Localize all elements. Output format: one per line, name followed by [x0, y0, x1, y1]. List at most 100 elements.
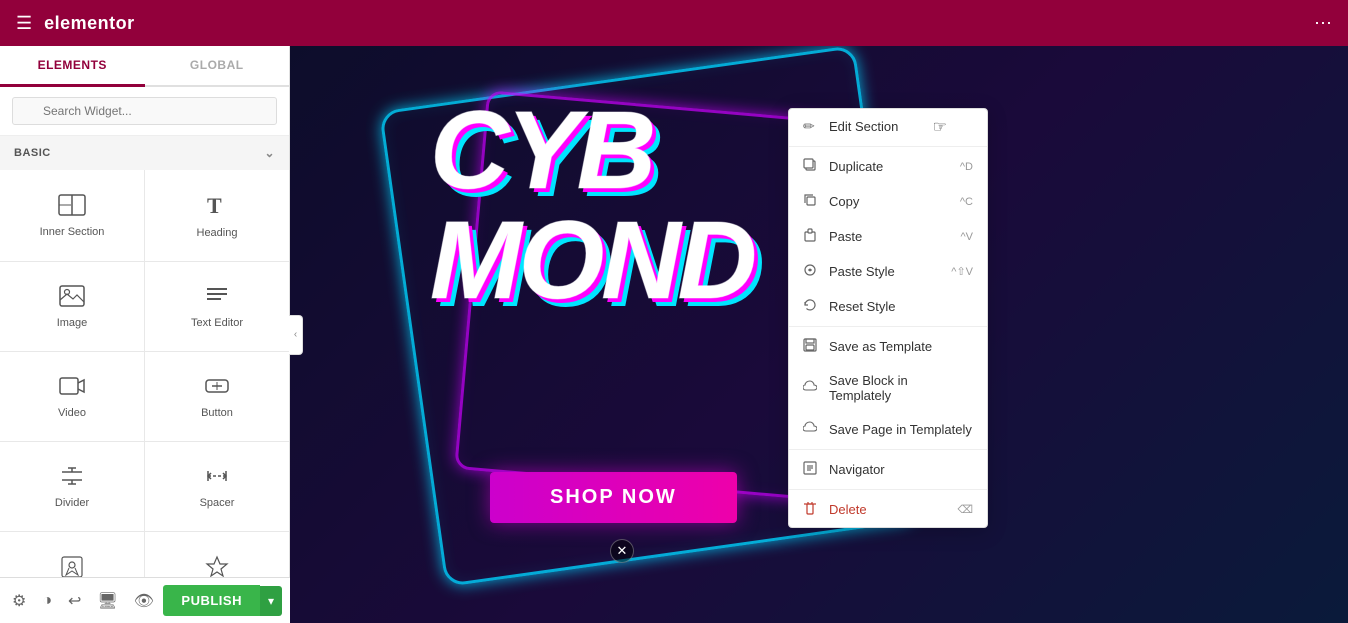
context-menu: ✏ Edit Section ☞ Duplicate ^D [788, 108, 988, 528]
section-label-basic: BASIC [14, 147, 51, 159]
preview-icon[interactable]: 👁 [130, 587, 158, 615]
ctx-label-delete: Delete [829, 502, 947, 517]
divider-icon [59, 465, 85, 491]
widget-label-heading: Heading [197, 227, 238, 239]
sidebar-collapse-handle[interactable]: ‹ [289, 315, 303, 355]
ctx-shortcut-duplicate: ^D [960, 161, 973, 173]
widget-inner-section[interactable]: Inner Section [0, 170, 144, 261]
ctx-paste[interactable]: Paste ^V [789, 219, 987, 254]
delete-icon [803, 501, 819, 518]
publish-group: PUBLISH ▾ [163, 585, 282, 616]
ctx-divider-4 [789, 489, 987, 490]
section-header-basic: BASIC ⌄ [0, 136, 289, 170]
ctx-label-save-page: Save Page in Templately [829, 422, 973, 437]
widget-label-image: Image [57, 317, 88, 329]
ctx-divider-2 [789, 326, 987, 327]
ctx-save-page[interactable]: Save Page in Templately [789, 412, 987, 447]
tab-global[interactable]: GLOBAL [145, 46, 290, 85]
widget-divider[interactable]: Divider [0, 442, 144, 531]
top-bar: ☰ elementor ⋯ [0, 0, 1348, 46]
canvas-close-icon[interactable]: ✕ [610, 539, 634, 563]
widget-grid: Inner Section T Heading [0, 170, 289, 623]
chevron-down-icon[interactable]: ⌄ [264, 146, 275, 160]
ctx-reset-style[interactable]: Reset Style [789, 289, 987, 324]
spacer-icon [204, 465, 230, 491]
canvas-area[interactable]: CYB MOND SHOP NOW ✕ ✏ Edit Section ☞ [290, 46, 1348, 623]
widget-label-divider: Divider [55, 497, 89, 509]
widget-spacer[interactable]: Spacer [145, 442, 289, 531]
sidebar-tabs: ELEMENTS GLOBAL [0, 46, 289, 87]
widget-video[interactable]: Video [0, 352, 144, 441]
video-icon [59, 375, 85, 401]
ctx-label-navigator: Navigator [829, 462, 973, 477]
ctx-save-template[interactable]: Save as Template [789, 329, 987, 364]
cursor-icon: ☞ [933, 117, 947, 137]
ctx-delete[interactable]: Delete ⌫ [789, 492, 987, 527]
cyber-monday-text: CYB MOND [430, 96, 754, 316]
duplicate-icon [803, 158, 819, 175]
bottom-icons: ⚙ ◑ ↩ 🖥 👁 [8, 587, 158, 615]
edit-icon: ✏ [803, 118, 819, 135]
responsive-icon[interactable]: 🖥 [93, 587, 121, 615]
ctx-divider-1 [789, 146, 987, 147]
ctx-label-reset-style: Reset Style [829, 299, 973, 314]
ctx-label-edit: Edit Section [829, 119, 973, 134]
text-editor-icon [204, 285, 230, 311]
ctx-duplicate[interactable]: Duplicate ^D [789, 149, 987, 184]
save-page-icon [803, 421, 819, 438]
paste-style-icon [803, 263, 819, 280]
sidebar: ELEMENTS GLOBAL BASIC ⌄ [0, 46, 290, 623]
copy-icon [803, 193, 819, 210]
ctx-label-paste: Paste [829, 229, 951, 244]
ctx-label-save-template: Save as Template [829, 339, 973, 354]
ctx-save-block[interactable]: Save Block in Templately [789, 364, 987, 412]
heading-icon: T [205, 193, 229, 221]
widget-image[interactable]: Image [0, 262, 144, 351]
ctx-shortcut-delete: ⌫ [957, 503, 973, 516]
ctx-paste-style[interactable]: Paste Style ^⇧V [789, 254, 987, 289]
search-wrapper [12, 97, 277, 125]
publish-dropdown-button[interactable]: ▾ [260, 586, 282, 616]
ctx-label-paste-style: Paste Style [829, 264, 941, 279]
app-title: elementor [44, 13, 135, 34]
hamburger-icon[interactable]: ☰ [16, 13, 32, 34]
bottom-toolbar: ⚙ ◑ ↩ 🖥 👁 PUBLISH ▾ [0, 577, 290, 623]
cyber-text-line2: MOND [430, 206, 754, 316]
main-layout: ELEMENTS GLOBAL BASIC ⌄ [0, 46, 1348, 623]
tab-elements[interactable]: ELEMENTS [0, 46, 145, 87]
settings-icon[interactable]: ⚙ [8, 587, 30, 615]
widget-label-text-editor: Text Editor [191, 317, 243, 329]
widget-text-editor[interactable]: Text Editor [145, 262, 289, 351]
ctx-shortcut-copy: ^C [960, 196, 973, 208]
widget-label-inner-section: Inner Section [40, 226, 105, 238]
search-input[interactable] [12, 97, 277, 125]
ctx-divider-3 [789, 449, 987, 450]
widget-label-button: Button [201, 407, 233, 419]
image-icon [59, 285, 85, 311]
grid-icon[interactable]: ⋯ [1314, 13, 1332, 34]
inner-section-icon [58, 194, 86, 220]
save-block-icon [803, 380, 819, 397]
widget-button[interactable]: Button [145, 352, 289, 441]
ctx-label-duplicate: Duplicate [829, 159, 950, 174]
widget-heading[interactable]: T Heading [145, 170, 289, 261]
search-bar [0, 87, 289, 136]
cyber-text-line1: CYB [430, 96, 754, 206]
ctx-shortcut-paste: ^V [961, 231, 974, 243]
paste-icon [803, 228, 819, 245]
history-icon[interactable]: ↩ [64, 587, 85, 615]
ctx-shortcut-paste-style: ^⇧V [951, 265, 973, 278]
theme-icon[interactable]: ◑ [38, 588, 56, 614]
ctx-label-save-block: Save Block in Templately [829, 373, 973, 403]
publish-button[interactable]: PUBLISH [163, 585, 260, 616]
navigator-icon [803, 461, 819, 478]
ctx-label-copy: Copy [829, 194, 950, 209]
ctx-copy[interactable]: Copy ^C [789, 184, 987, 219]
save-template-icon [803, 338, 819, 355]
svg-text:T: T [207, 193, 222, 217]
top-bar-left: ☰ elementor [16, 13, 135, 34]
ctx-navigator[interactable]: Navigator [789, 452, 987, 487]
widget-label-video: Video [58, 407, 86, 419]
ctx-edit-section[interactable]: ✏ Edit Section ☞ [789, 109, 987, 144]
shop-now-button[interactable]: SHOP NOW [490, 472, 737, 523]
